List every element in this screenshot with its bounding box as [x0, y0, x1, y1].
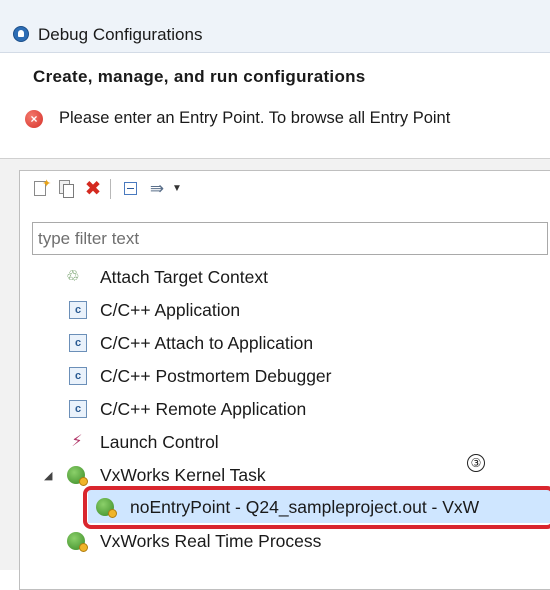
collapse-all-icon — [124, 182, 137, 195]
tree-item-label: VxWorks Kernel Task — [100, 465, 266, 485]
attach-target-icon: ♲ — [66, 268, 80, 285]
delete-button[interactable]: ✖ — [82, 178, 104, 200]
duplicate-button[interactable] — [56, 178, 78, 200]
eclipse-app-icon — [13, 26, 29, 42]
new-configuration-button[interactable]: ✦ — [30, 178, 52, 200]
tree-item-label: C/C++ Application — [100, 300, 241, 320]
delete-icon: ✖ — [84, 178, 102, 200]
tree-item-label: VxWorks Real Time Process — [100, 531, 322, 551]
toolbar-separator — [110, 179, 111, 199]
launch-control-icon: ⚡ — [71, 433, 83, 450]
dialog-heading: Create, manage, and run configurations — [33, 67, 366, 86]
duplicate-icon-front — [63, 184, 74, 198]
error-message: Please enter an Entry Point. To browse a… — [59, 109, 451, 127]
c-app-icon: c — [69, 367, 87, 385]
sparkle-icon: ✦ — [42, 178, 52, 190]
filter-button[interactable]: ⇛ — [146, 178, 168, 200]
vxworks-icon — [67, 466, 88, 486]
error-icon: × — [25, 110, 43, 128]
vxworks-icon — [67, 532, 88, 552]
annotation-marker: ③ — [467, 454, 485, 472]
tree-item-label: C/C++ Postmortem Debugger — [100, 366, 332, 386]
tree-item-label: C/C++ Attach to Application — [100, 333, 314, 353]
annotation-highlight-box — [83, 486, 550, 529]
tree-item-label: C/C++ Remote Application — [100, 399, 307, 419]
filter-icon: ⇛ — [149, 179, 165, 198]
collapse-arrow-icon[interactable]: ◢ — [44, 469, 52, 482]
chevron-down-icon: ▼ — [172, 183, 182, 194]
collapse-all-button[interactable] — [120, 178, 142, 200]
tree-item-label: Attach Target Context — [100, 267, 268, 287]
c-app-icon: c — [69, 301, 87, 319]
c-app-icon: c — [69, 334, 87, 352]
filter-input[interactable] — [32, 222, 548, 255]
window-title: Debug Configurations — [38, 25, 203, 44]
tree-item-label: Launch Control — [100, 432, 219, 452]
filter-dropdown-button[interactable]: ▼ — [170, 178, 184, 200]
c-app-icon: c — [69, 400, 87, 418]
